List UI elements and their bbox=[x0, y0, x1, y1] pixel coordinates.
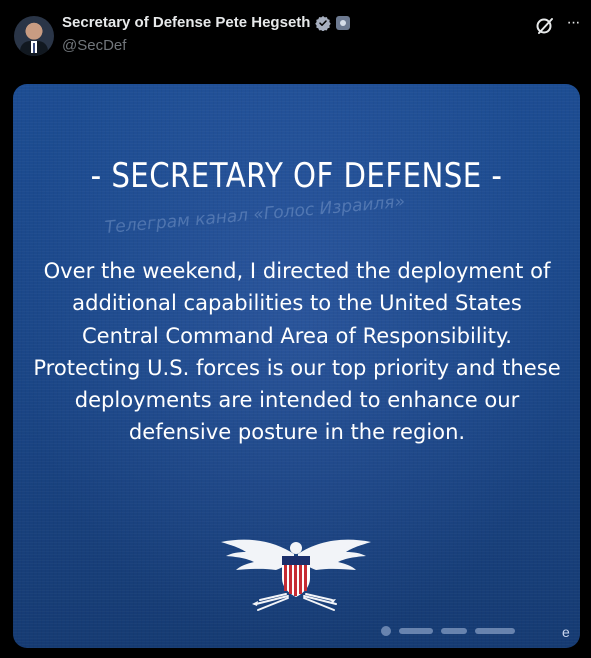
image-body-text: Over the weekend, I directed the deploym… bbox=[33, 259, 561, 446]
image-title: - SECRETARY OF DEFENSE - bbox=[90, 156, 503, 196]
watermark-icons bbox=[381, 624, 541, 638]
post-header: Secretary of Defense Pete Hegseth @SecDe… bbox=[0, 0, 591, 80]
corner-text: e bbox=[562, 624, 570, 640]
post-image[interactable]: - SECRETARY OF DEFENSE - Телеграм канал … bbox=[13, 84, 580, 648]
avatar[interactable] bbox=[14, 16, 54, 56]
eagle-emblem-icon bbox=[221, 539, 371, 611]
verified-badge-icon bbox=[315, 15, 332, 31]
affiliation-badge-icon[interactable] bbox=[336, 15, 351, 30]
more-options-button[interactable]: ··· bbox=[561, 14, 585, 38]
author-handle[interactable]: @SecDef bbox=[62, 37, 126, 54]
author-name[interactable]: Secretary of Defense Pete Hegseth bbox=[62, 14, 310, 31]
author-row: Secretary of Defense Pete Hegseth bbox=[62, 14, 351, 31]
grok-icon[interactable] bbox=[533, 14, 557, 38]
